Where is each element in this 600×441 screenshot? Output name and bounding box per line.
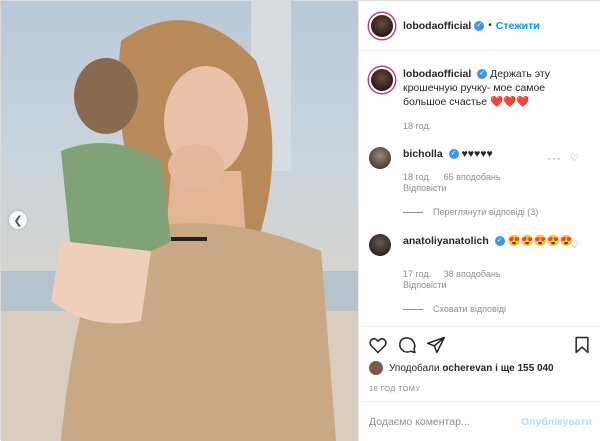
separator-dot: • — [488, 20, 492, 31]
more-options-icon[interactable]: ··· — [547, 151, 562, 165]
likes-user[interactable]: ocherevan — [442, 363, 492, 374]
bookmark-icon[interactable] — [572, 335, 592, 355]
avatar[interactable] — [369, 67, 395, 93]
post-container: ❮ lobodaofficial ✓ • Стежити lobodaoffic… — [0, 0, 600, 441]
comment-time[interactable]: 17 год. — [403, 269, 431, 279]
caption-text: lobodaofficial ✓ Держать эту крошечную р… — [403, 67, 589, 109]
comment-like-icon[interactable]: ♡ — [570, 153, 579, 164]
avatar[interactable] — [369, 12, 395, 39]
replies-label[interactable]: Переглянути відповіді (3) — [433, 207, 538, 217]
carousel-prev-button[interactable]: ❮ — [9, 211, 27, 229]
avatar[interactable] — [369, 147, 391, 169]
comment-username[interactable]: bicholla — [403, 148, 443, 160]
action-bar — [359, 326, 600, 362]
author-username[interactable]: lobodaofficial — [403, 20, 471, 32]
view-replies-button[interactable]: Переглянути відповіді (3) — [403, 207, 538, 217]
comment-username[interactable]: anatoliyanatolich — [403, 235, 489, 247]
avatar[interactable] — [369, 361, 383, 375]
post-photo-illustration — [1, 1, 358, 441]
comment-meta: 18 год. 65 вподобань — [403, 172, 511, 182]
hide-replies-button[interactable]: Сховати відповіді — [403, 304, 506, 314]
publish-button[interactable]: Опублікувати — [521, 416, 592, 428]
share-icon[interactable] — [426, 335, 446, 355]
follow-button[interactable]: Стежити — [496, 20, 540, 32]
caption: lobodaofficial ✓ Держать эту крошечную р… — [369, 67, 589, 109]
reply-button[interactable]: Відповісти — [403, 183, 447, 193]
replies-label[interactable]: Сховати відповіді — [433, 304, 506, 314]
verified-icon: ✓ — [477, 69, 488, 80]
post-image[interactable]: ❮ — [1, 1, 358, 441]
comment-likes[interactable]: 38 вподобань — [444, 269, 501, 279]
likes-prefix: Уподобали — [389, 362, 440, 374]
verified-icon: ✓ — [494, 236, 505, 247]
comment-item: anatoliyanatolich ✓ 😍😍😍😍😍 — [369, 234, 594, 256]
post-sidebar: lobodaofficial ✓ • Стежити lobodaofficia… — [358, 1, 600, 441]
comment-likes[interactable]: 65 вподобань — [444, 172, 501, 182]
verified-icon: ✓ — [448, 149, 459, 160]
post-header: lobodaofficial ✓ • Стежити — [359, 1, 600, 51]
add-comment-bar: Опублікувати — [359, 401, 600, 441]
heart-icon[interactable] — [368, 335, 388, 355]
comment-time[interactable]: 18 год. — [403, 172, 431, 182]
comment-like-icon[interactable]: ♡ — [570, 240, 579, 251]
likes-count[interactable]: і ще 155 040 — [495, 363, 553, 374]
comment-body: 😍😍😍😍😍 — [507, 235, 573, 247]
replies-line — [403, 211, 423, 213]
avatar[interactable] — [369, 234, 391, 256]
reply-button[interactable]: Відповісти — [403, 280, 447, 290]
comment-input[interactable] — [369, 415, 521, 428]
comment-icon[interactable] — [397, 335, 417, 355]
replies-line — [403, 308, 423, 310]
caption-time[interactable]: 18 год. — [403, 121, 431, 131]
likes-line: Уподобали ocherevan і ще 155 040 — [369, 361, 554, 375]
comment-text: bicholla ✓ ♥♥♥♥♥ — [403, 147, 594, 169]
comment-meta: 17 год. 38 вподобань — [403, 269, 511, 279]
post-timestamp[interactable]: 18 ГОД ТОМУ — [369, 384, 420, 393]
verified-icon: ✓ — [474, 20, 485, 31]
comments-section: lobodaofficial ✓ Держать эту крошечную р… — [359, 51, 600, 326]
comment-text: anatoliyanatolich ✓ 😍😍😍😍😍 — [403, 234, 594, 256]
comment-body: ♥♥♥♥♥ — [461, 148, 493, 160]
caption-username[interactable]: lobodaofficial — [403, 68, 471, 80]
